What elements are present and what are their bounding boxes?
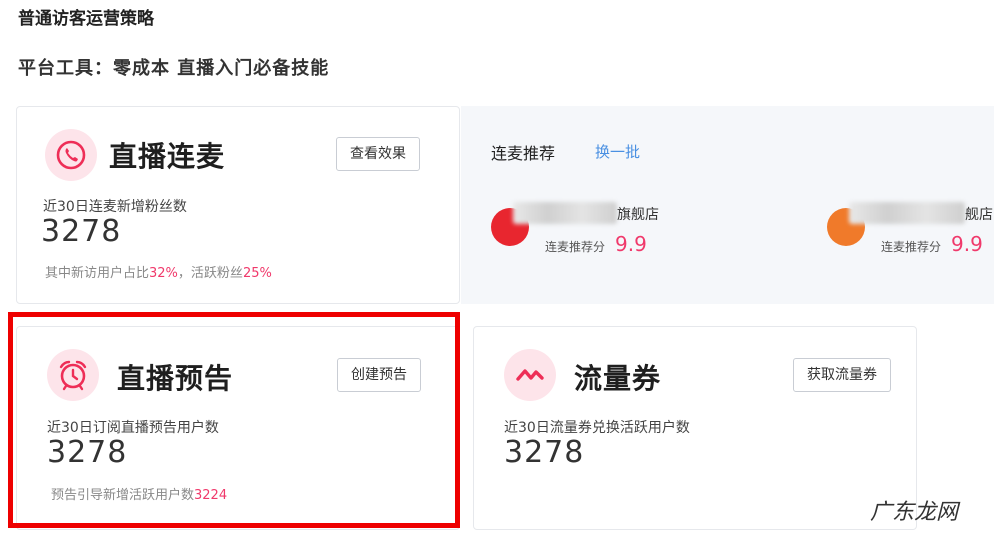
recommend-panel: 连麦推荐 换一批 旗舰店 连麦推荐分 9.9 舰店 连麦推荐分 9.9 [461,106,994,304]
blurred-shop-name [849,202,965,224]
trend-wave-icon [504,349,556,401]
live-link-title: 直播连麦 [109,140,226,173]
live-link-card: 直播连麦 查看效果 近30日连麦新增粉丝数 3278 其中新访用户占比32%，活… [16,106,460,304]
blurred-shop-name [513,202,617,224]
coupon-metric-value: 3278 [504,435,585,470]
score-label: 连麦推荐分 [545,240,606,254]
live-link-metric-label: 近30日连麦新增粉丝数 [43,199,187,215]
refresh-link[interactable]: 换一批 [595,141,640,162]
live-link-metric-value: 3278 [41,214,122,249]
coupon-metric-label: 近30日流量券兑换活跃用户数 [504,420,690,436]
score-value: 9.9 [615,232,647,256]
active-fan-ratio: 25% [242,266,272,281]
traffic-coupon-title: 流量券 [574,362,662,395]
page-subheading: 平台工具：零成本 直播入门必备技能 [18,58,330,79]
new-visitor-ratio: 32% [149,266,178,281]
recommend-item[interactable]: 舰店 连麦推荐分 9.9 [827,202,994,262]
recommend-item[interactable]: 旗舰店 连麦推荐分 9.9 [491,202,661,262]
highlight-box [8,312,460,528]
live-link-note-mid: ，活跃粉丝 [177,266,243,281]
score-value: 9.9 [951,232,983,256]
page-heading: 普通访客运营策略 [18,9,154,29]
live-link-note: 其中新访用户占比32%，活跃粉丝25% [45,262,272,281]
recommend-title: 连麦推荐 [491,144,556,163]
live-link-note-prefix: 其中新访用户占比 [45,266,150,281]
traffic-coupon-card: 流量券 获取流量券 近30日流量券兑换活跃用户数 3278 [473,326,917,530]
shop-name: 旗舰店 [617,207,659,223]
watermark-logo: 广东龙网 [869,500,958,525]
shop-name: 舰店 [965,207,993,223]
get-coupon-button[interactable]: 获取流量券 [793,358,891,392]
phone-icon [45,129,97,181]
view-effect-button[interactable]: 查看效果 [336,137,420,171]
score-label: 连麦推荐分 [881,240,942,254]
